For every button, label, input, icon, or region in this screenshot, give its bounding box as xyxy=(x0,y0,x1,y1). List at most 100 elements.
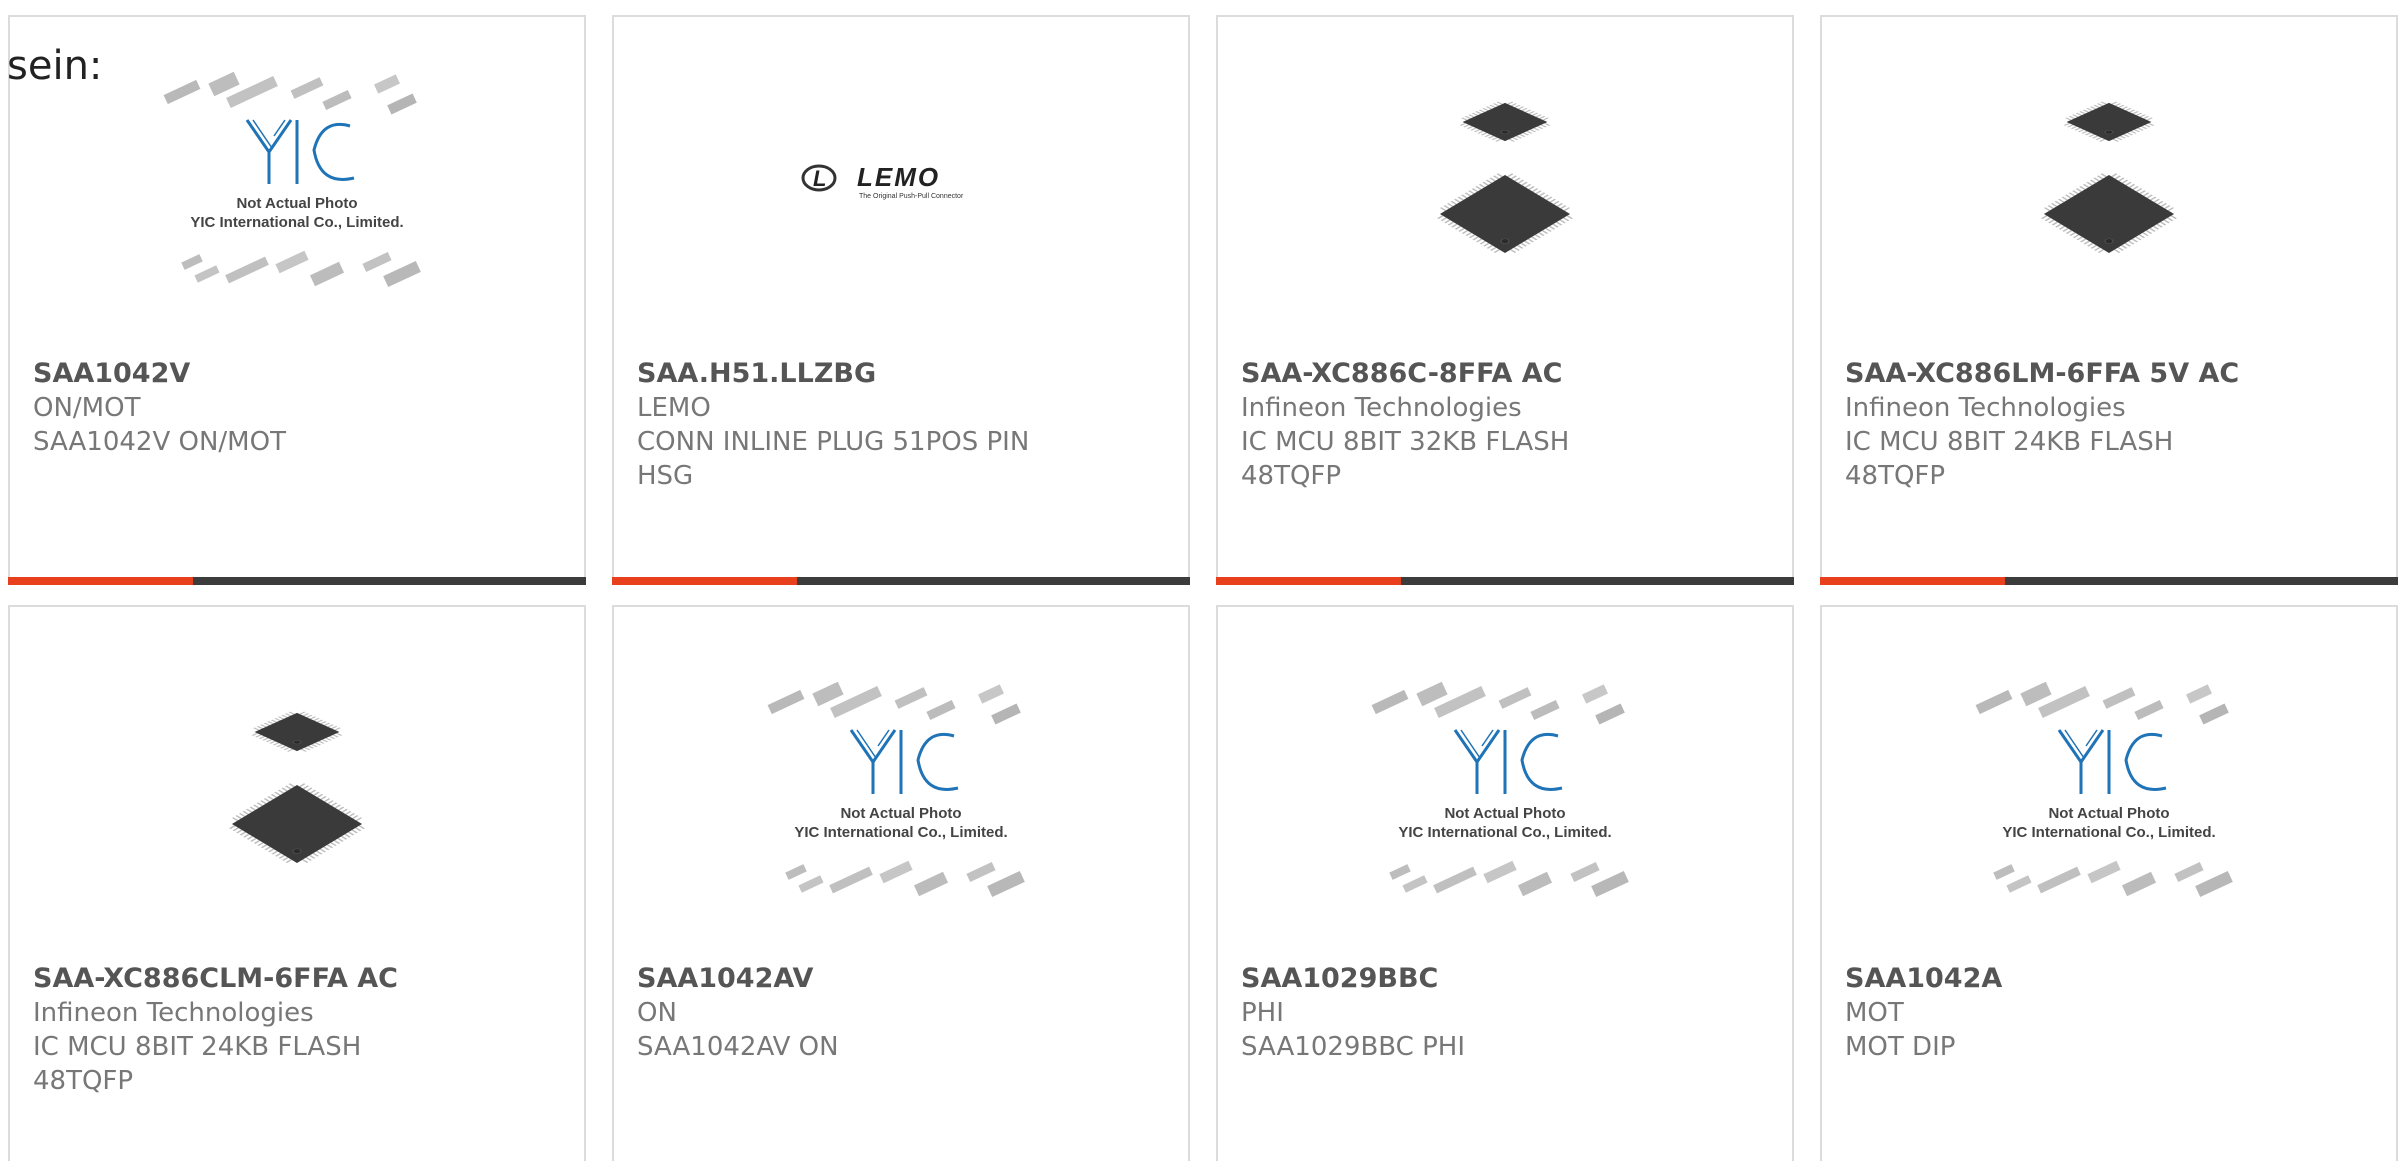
product-part-number[interactable]: SAA1042V xyxy=(33,357,564,391)
product-info: SAA.H51.LLZBG LEMO CONN INLINE PLUG 51PO… xyxy=(637,357,1168,493)
chip-shape xyxy=(208,71,240,97)
placeholder-line1: Not Actual Photo xyxy=(236,195,357,212)
chip-shape xyxy=(829,866,873,894)
chip-shape xyxy=(290,77,324,99)
product-image[interactable] xyxy=(10,627,584,957)
chip-shape xyxy=(1483,860,1517,884)
chip-shape xyxy=(2037,866,2081,894)
chip-shape xyxy=(798,875,824,893)
product-part-number[interactable]: SAA.H51.LLZBG xyxy=(637,357,1168,391)
product-manufacturer: ON/MOT xyxy=(33,393,141,423)
lemo-logo-icon: L LEMOThe Original Push-Pull Connector xyxy=(801,162,964,200)
chip-shape xyxy=(767,689,805,715)
product-part-number[interactable]: SAA-XC886CLM-6FFA AC xyxy=(33,962,564,996)
product-info: SAA-XC886LM-6FFA 5V AC Infineon Technolo… xyxy=(1845,357,2376,493)
chip-shape xyxy=(2186,684,2212,704)
product-card[interactable]: Not Actual Photo YIC International Co., L… xyxy=(8,15,586,585)
product-description-line: 48TQFP xyxy=(33,1066,134,1096)
chip-shape xyxy=(1993,864,2015,880)
chip-shape xyxy=(913,871,949,897)
chip-shape xyxy=(1402,875,1428,893)
product-description-line: 48TQFP xyxy=(1845,461,1946,491)
chip-body xyxy=(229,783,365,864)
product-part-number[interactable]: SAA1029BBC xyxy=(1241,962,1772,996)
tqfp-chip-photo xyxy=(1437,101,1573,254)
chip-shape xyxy=(1591,870,1629,898)
product-part-number[interactable]: SAA1042A xyxy=(1845,962,2376,996)
product-image[interactable] xyxy=(1218,17,1792,347)
chip-shape xyxy=(2174,862,2204,882)
yic-logo-icon xyxy=(1453,729,1563,794)
product-description-line: HSG xyxy=(637,461,694,491)
chip-body xyxy=(251,711,343,752)
product-manufacturer: LEMO xyxy=(637,393,711,423)
card-progress-fill xyxy=(8,577,193,585)
chip-shape xyxy=(1975,689,2013,715)
lemo-emblem-letter: L xyxy=(813,166,826,191)
chip-shape xyxy=(1498,687,1532,709)
product-card[interactable]: SAA-XC886LM-6FFA 5V AC Infineon Technolo… xyxy=(1820,15,2398,585)
placeholder-line2: YIC International Co., Limited. xyxy=(1398,824,1611,841)
product-image[interactable]: Not Actual Photo YIC International Co., L… xyxy=(1822,627,2396,957)
not-actual-photo-illustration: Not Actual Photo YIC International Co., L… xyxy=(1975,681,2233,898)
card-progress-bar xyxy=(612,577,1190,585)
chip-shape xyxy=(1595,703,1625,725)
chip-shape xyxy=(275,250,309,274)
chip-shape xyxy=(387,93,417,115)
product-image[interactable]: L LEMO The Original Push-Pull Connector xyxy=(614,17,1188,347)
chip-shape xyxy=(309,261,345,287)
chip-shape xyxy=(1389,864,1411,880)
tqfp-chip-photo xyxy=(229,711,365,864)
product-card[interactable]: Not Actual Photo YIC International Co., L… xyxy=(612,605,1190,1161)
product-card[interactable]: SAA-XC886C-8FFA AC Infineon Technologies… xyxy=(1216,15,1794,585)
product-card[interactable]: SAA-XC886CLM-6FFA AC Infineon Technologi… xyxy=(8,605,586,1161)
product-description-line: CONN INLINE PLUG 51POS PIN xyxy=(637,427,1030,457)
chip-shape xyxy=(894,687,928,709)
product-description-line: MOT DIP xyxy=(1845,1032,1956,1062)
placeholder-line2: YIC International Co., Limited. xyxy=(190,214,403,231)
product-part-number[interactable]: SAA1042AV xyxy=(637,962,1168,996)
product-manufacturer: ON xyxy=(637,998,677,1028)
product-image[interactable]: Not Actual Photo YIC International Co., L… xyxy=(614,627,1188,957)
product-card[interactable]: L LEMO The Original Push-Pull Connector SA… xyxy=(612,15,1190,585)
product-image[interactable]: Not Actual Photo YIC International Co., L… xyxy=(1218,627,1792,957)
product-part-number[interactable]: SAA-XC886C-8FFA AC xyxy=(1241,357,1772,391)
yic-logo-icon xyxy=(245,119,355,184)
chip-shape xyxy=(322,90,352,110)
yic-logo-icon xyxy=(849,729,959,794)
product-part-number[interactable]: SAA-XC886LM-6FFA 5V AC xyxy=(1845,357,2376,391)
product-description-line: SAA1042V ON/MOT xyxy=(33,427,286,457)
chip-shape xyxy=(1371,689,1409,715)
page-heading-fragment: sein: xyxy=(7,43,103,89)
product-manufacturer: Infineon Technologies xyxy=(33,998,314,1028)
chip-shape xyxy=(1582,684,1608,704)
product-description-line: 48TQFP xyxy=(1241,461,1342,491)
chip-shape xyxy=(2195,870,2233,898)
card-progress-fill xyxy=(1216,577,1401,585)
chip-shape xyxy=(181,254,203,270)
chip-shape xyxy=(785,864,807,880)
chip-shape xyxy=(362,252,392,272)
product-description-line: IC MCU 8BIT 24KB FLASH xyxy=(1845,427,2174,457)
product-card[interactable]: Not Actual Photo YIC International Co., L… xyxy=(1820,605,2398,1161)
product-info: SAA1042AV ON SAA1042AV ON xyxy=(637,962,1168,1064)
chip-shape xyxy=(1530,700,1560,720)
lemo-brand: LEMO xyxy=(857,162,940,192)
product-grid: Not Actual Photo YIC International Co., L… xyxy=(8,15,2400,1161)
product-description-line: IC MCU 8BIT 24KB FLASH xyxy=(33,1032,362,1062)
chip-shape xyxy=(2199,703,2229,725)
card-progress-bar xyxy=(1216,577,1794,585)
chip-shape xyxy=(1570,862,1600,882)
chip-body xyxy=(1437,173,1573,254)
product-image[interactable] xyxy=(1822,17,2396,347)
chip-shape xyxy=(2020,681,2052,707)
placeholder-line1: Not Actual Photo xyxy=(840,805,961,822)
chip-shape xyxy=(2102,687,2136,709)
product-info: SAA-XC886CLM-6FFA AC Infineon Technologi… xyxy=(33,962,564,1098)
product-manufacturer: PHI xyxy=(1241,998,1284,1028)
chip-shape xyxy=(966,862,996,882)
chip-shape xyxy=(978,684,1004,704)
chip-shape xyxy=(2134,700,2164,720)
not-actual-photo-illustration: Not Actual Photo YIC International Co., L… xyxy=(1371,681,1629,898)
product-card[interactable]: Not Actual Photo YIC International Co., L… xyxy=(1216,605,1794,1161)
